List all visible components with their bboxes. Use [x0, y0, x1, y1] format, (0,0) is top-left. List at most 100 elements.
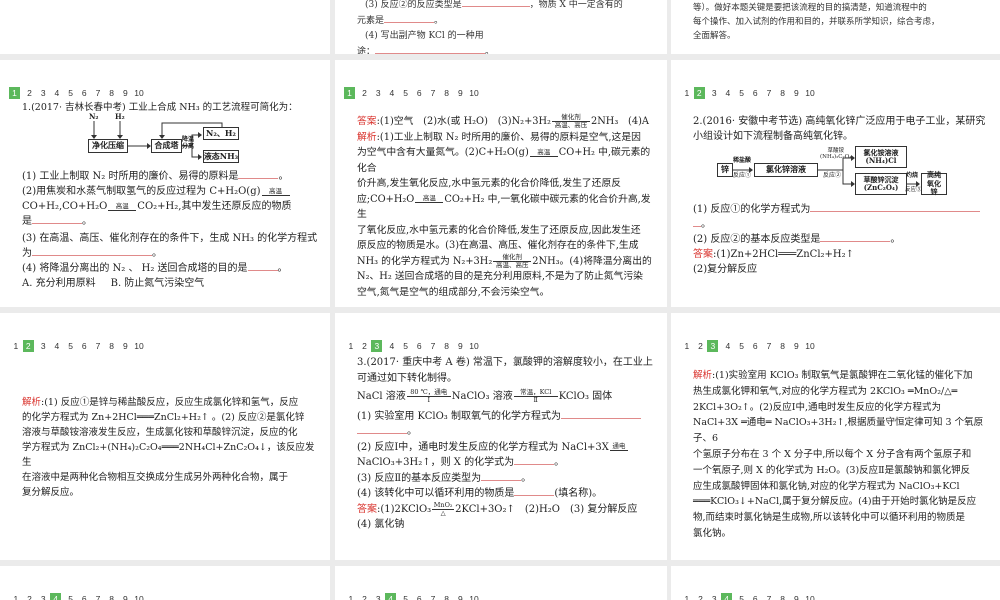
- nav-item-10[interactable]: 10: [132, 87, 146, 99]
- nav-item-7[interactable]: 7: [762, 87, 776, 99]
- nav-item-1[interactable]: 1: [344, 87, 355, 99]
- nav-item-8[interactable]: 8: [776, 593, 790, 600]
- nav-item-7[interactable]: 7: [762, 593, 776, 600]
- nav-item-10[interactable]: 10: [803, 593, 817, 600]
- nav-item-2[interactable]: 2: [358, 593, 372, 600]
- nav-item-1[interactable]: 1: [680, 87, 694, 99]
- answer-blank[interactable]: [560, 409, 641, 419]
- nav-item-5[interactable]: 5: [399, 87, 413, 99]
- nav-item-10[interactable]: 10: [467, 87, 481, 99]
- nav-item-4[interactable]: 4: [721, 593, 733, 600]
- nav-item-1[interactable]: 1: [344, 340, 358, 352]
- nav-item-1[interactable]: 1: [680, 593, 694, 600]
- nav-item-5[interactable]: 5: [399, 340, 413, 352]
- nav-item-9[interactable]: 9: [119, 593, 133, 600]
- nav-item-1[interactable]: 1: [680, 340, 694, 352]
- answer-blank[interactable]: [357, 424, 407, 434]
- nav-item-4[interactable]: 4: [385, 593, 397, 600]
- nav-item-4[interactable]: 4: [50, 340, 64, 352]
- nav-item-10[interactable]: 10: [467, 340, 481, 352]
- nav-item-5[interactable]: 5: [735, 340, 749, 352]
- nav-item-3[interactable]: 3: [36, 593, 50, 600]
- nav-item-6[interactable]: 6: [748, 87, 762, 99]
- nav-item-8[interactable]: 8: [105, 340, 119, 352]
- nav-item-6[interactable]: 6: [412, 87, 426, 99]
- nav-item-9[interactable]: 9: [454, 87, 468, 99]
- nav-item-1[interactable]: 1: [9, 593, 23, 600]
- nav-item-2[interactable]: 2: [358, 87, 372, 99]
- nav-item-1[interactable]: 1: [9, 87, 20, 99]
- nav-item-1[interactable]: 1: [344, 593, 358, 600]
- nav-item-1[interactable]: 1: [9, 340, 23, 352]
- nav-item-10[interactable]: 10: [803, 87, 817, 99]
- nav-item-3[interactable]: 3: [371, 87, 385, 99]
- nav-item-6[interactable]: 6: [412, 593, 426, 600]
- nav-item-3[interactable]: 3: [707, 593, 721, 600]
- answer-blank[interactable]: [32, 246, 152, 256]
- nav-item-5[interactable]: 5: [735, 593, 749, 600]
- nav-item-8[interactable]: 8: [440, 593, 454, 600]
- nav-item-8[interactable]: 8: [776, 87, 790, 99]
- nav-item-5[interactable]: 5: [399, 593, 413, 600]
- nav-item-3[interactable]: 3: [371, 593, 385, 600]
- nav-item-9[interactable]: 9: [790, 593, 804, 600]
- nav-item-7[interactable]: 7: [91, 87, 105, 99]
- nav-item-10[interactable]: 10: [132, 340, 146, 352]
- nav-item-8[interactable]: 8: [440, 87, 454, 99]
- nav-item-2[interactable]: 2: [694, 593, 708, 600]
- nav-item-3[interactable]: 3: [36, 340, 50, 352]
- answer-blank[interactable]: [32, 214, 82, 224]
- nav-item-10[interactable]: 10: [132, 593, 146, 600]
- answer-blank[interactable]: [384, 13, 435, 23]
- nav-item-4[interactable]: 4: [721, 340, 735, 352]
- nav-item-2[interactable]: 2: [694, 340, 708, 352]
- nav-item-8[interactable]: 8: [776, 340, 790, 352]
- nav-item-6[interactable]: 6: [748, 340, 762, 352]
- nav-item-3[interactable]: 3: [707, 87, 721, 99]
- answer-blank[interactable]: [820, 232, 891, 242]
- answer-blank[interactable]: [238, 169, 279, 179]
- nav-item-6[interactable]: 6: [748, 593, 762, 600]
- answer-blank[interactable]: [514, 455, 555, 465]
- nav-item-3[interactable]: 3: [371, 340, 383, 352]
- nav-item-8[interactable]: 8: [440, 340, 454, 352]
- answer-blank[interactable]: [810, 202, 981, 212]
- nav-item-6[interactable]: 6: [412, 340, 426, 352]
- nav-item-6[interactable]: 6: [77, 593, 91, 600]
- nav-item-7[interactable]: 7: [91, 593, 105, 600]
- nav-item-6[interactable]: 6: [77, 340, 91, 352]
- answer-blank[interactable]: [693, 217, 701, 227]
- nav-item-2[interactable]: 2: [22, 340, 34, 352]
- nav-item-7[interactable]: 7: [426, 340, 440, 352]
- nav-item-2[interactable]: 2: [358, 340, 372, 352]
- nav-item-5[interactable]: 5: [64, 87, 78, 99]
- nav-item-10[interactable]: 10: [467, 593, 481, 600]
- nav-item-7[interactable]: 7: [426, 87, 440, 99]
- nav-item-9[interactable]: 9: [790, 87, 804, 99]
- nav-item-8[interactable]: 8: [105, 593, 119, 600]
- answer-blank[interactable]: [461, 0, 530, 7]
- nav-item-6[interactable]: 6: [77, 87, 91, 99]
- nav-item-7[interactable]: 7: [426, 593, 440, 600]
- answer-blank[interactable]: [514, 486, 555, 496]
- nav-item-2[interactable]: 2: [693, 87, 705, 99]
- nav-item-8[interactable]: 8: [105, 87, 119, 99]
- nav-item-2[interactable]: 2: [23, 593, 37, 600]
- nav-item-7[interactable]: 7: [762, 340, 776, 352]
- answer-blank[interactable]: [375, 44, 486, 54]
- nav-item-3[interactable]: 3: [36, 87, 50, 99]
- answer-blank[interactable]: [481, 471, 522, 481]
- nav-item-9[interactable]: 9: [119, 87, 133, 99]
- nav-item-5[interactable]: 5: [735, 87, 749, 99]
- nav-item-4[interactable]: 4: [50, 87, 64, 99]
- nav-item-9[interactable]: 9: [119, 340, 133, 352]
- nav-item-4[interactable]: 4: [50, 593, 62, 600]
- nav-item-4[interactable]: 4: [385, 87, 399, 99]
- nav-item-5[interactable]: 5: [64, 340, 78, 352]
- nav-item-2[interactable]: 2: [23, 87, 37, 99]
- nav-item-10[interactable]: 10: [803, 340, 817, 352]
- answer-blank[interactable]: [247, 261, 278, 271]
- nav-item-9[interactable]: 9: [790, 340, 804, 352]
- nav-item-4[interactable]: 4: [385, 340, 399, 352]
- nav-item-9[interactable]: 9: [454, 593, 468, 600]
